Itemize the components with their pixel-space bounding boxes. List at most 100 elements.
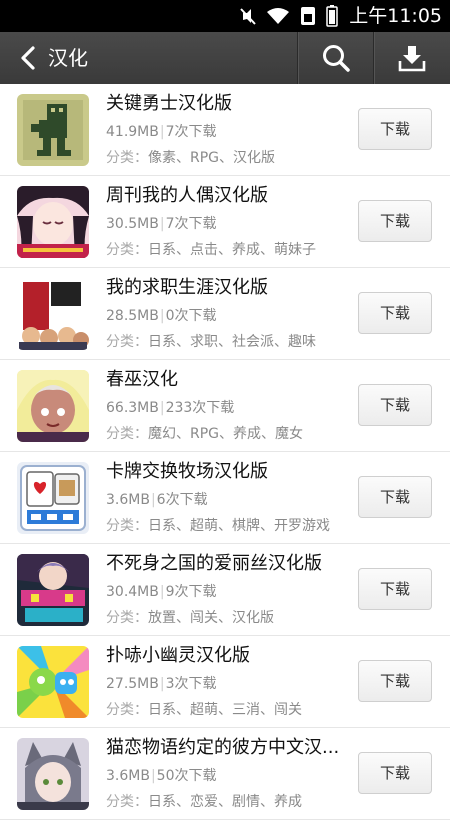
list-item[interactable]: 周刊我的人偶汉化版 30.5MB|7次下载 分类：日系、点击、养成、萌妹子 下载 — [0, 176, 450, 268]
app-downloads: 7次下载 — [165, 216, 217, 232]
category-label: 分类： — [106, 150, 148, 166]
app-name: 周刊我的人偶汉化版 — [106, 185, 268, 206]
app-category: 分类：日系、超萌、棋牌、开罗游戏 — [106, 516, 330, 536]
category-label: 分类： — [106, 702, 148, 718]
category-label: 分类： — [106, 334, 148, 350]
app-tags: 魔幻、RPG、养成、魔女 — [148, 426, 304, 442]
separator: | — [150, 492, 156, 508]
category-label: 分类： — [106, 794, 148, 810]
app-downloads: 0次下载 — [165, 308, 217, 324]
download-button[interactable]: 下载 — [358, 200, 432, 242]
list-item[interactable]: 不死身之国的爱丽丝汉化版 30.4MB|9次下载 分类：放置、闯关、汉化版 下载 — [0, 544, 450, 636]
category-label: 分类： — [106, 610, 148, 626]
download-button[interactable]: 下载 — [358, 384, 432, 426]
download-manager-button[interactable] — [374, 32, 450, 84]
download-button[interactable]: 下载 — [358, 476, 432, 518]
app-icon — [17, 554, 89, 626]
app-name: 春巫汉化 — [106, 369, 178, 390]
app-meta: 3.6MB|50次下载 — [106, 766, 217, 786]
list-item[interactable]: 猫恋物语约定的彼方中文汉... 3.6MB|50次下载 分类：日系、恋爱、剧情、… — [0, 728, 450, 820]
download-icon — [398, 46, 426, 72]
app-icon — [17, 94, 89, 166]
app-category: 分类：日系、超萌、三消、闯关 — [106, 700, 302, 720]
app-tags: 日系、超萌、三消、闯关 — [148, 702, 302, 718]
category-label: 分类： — [106, 518, 148, 534]
download-button[interactable]: 下载 — [358, 568, 432, 610]
app-downloads: 3次下载 — [165, 676, 217, 692]
app-size: 3.6MB — [106, 492, 150, 508]
app-size: 27.5MB — [106, 676, 159, 692]
list-item[interactable]: 卡牌交换牧场汉化版 3.6MB|6次下载 分类：日系、超萌、棋牌、开罗游戏 下载 — [0, 452, 450, 544]
back-icon[interactable] — [18, 46, 38, 70]
app-icon — [17, 186, 89, 258]
app-meta: 28.5MB|0次下载 — [106, 306, 217, 326]
list-item[interactable]: 春巫汉化 66.3MB|233次下载 分类：魔幻、RPG、养成、魔女 下载 — [0, 360, 450, 452]
list-item[interactable]: 关键勇士汉化版 41.9MB|7次下载 分类：像素、RPG、汉化版 下载 — [0, 84, 450, 176]
app-category: 分类：日系、恋爱、剧情、养成 — [106, 792, 302, 812]
app-tags: 日系、恋爱、剧情、养成 — [148, 794, 302, 810]
app-name: 不死身之国的爱丽丝汉化版 — [106, 553, 322, 574]
app-category: 分类：放置、闯关、汉化版 — [106, 608, 274, 628]
app-meta: 30.4MB|9次下载 — [106, 582, 217, 602]
download-button[interactable]: 下载 — [358, 660, 432, 702]
app-name: 关键勇士汉化版 — [106, 93, 232, 114]
search-icon — [323, 45, 350, 72]
app-category: 分类：日系、求职、社会派、趣味 — [106, 332, 316, 352]
page-title: 汉化 — [48, 46, 88, 70]
app-tags: 日系、点击、养成、萌妹子 — [148, 242, 316, 258]
download-button[interactable]: 下载 — [358, 292, 432, 334]
category-label: 分类： — [106, 426, 148, 442]
mute-icon — [240, 8, 256, 25]
app-meta: 66.3MB|233次下载 — [106, 398, 234, 418]
separator: | — [159, 584, 165, 600]
separator: | — [159, 124, 165, 140]
app-tags: 日系、求职、社会派、趣味 — [148, 334, 316, 350]
app-meta: 41.9MB|7次下载 — [106, 122, 217, 142]
app-downloads: 50次下载 — [156, 768, 217, 784]
list-item[interactable]: 扑哧小幽灵汉化版 27.5MB|3次下载 分类：日系、超萌、三消、闯关 下载 — [0, 636, 450, 728]
battery-icon — [326, 5, 338, 27]
app-meta: 27.5MB|3次下载 — [106, 674, 217, 694]
app-category: 分类：日系、点击、养成、萌妹子 — [106, 240, 316, 260]
app-size: 41.9MB — [106, 124, 159, 140]
download-button[interactable]: 下载 — [358, 108, 432, 150]
app-name: 我的求职生涯汉化版 — [106, 277, 268, 298]
list-item[interactable]: 我的求职生涯汉化版 28.5MB|0次下载 分类：日系、求职、社会派、趣味 下载 — [0, 268, 450, 360]
app-name: 卡牌交换牧场汉化版 — [106, 461, 268, 482]
app-downloads: 9次下载 — [165, 584, 217, 600]
app-downloads: 233次下载 — [165, 400, 235, 416]
app-tags: 像素、RPG、汉化版 — [148, 150, 276, 166]
sim-icon — [301, 7, 315, 25]
app-size: 66.3MB — [106, 400, 159, 416]
app-category: 分类：像素、RPG、汉化版 — [106, 148, 275, 168]
separator: | — [159, 308, 165, 324]
app-icon — [17, 646, 89, 718]
app-downloads: 6次下载 — [156, 492, 208, 508]
separator: | — [150, 768, 156, 784]
action-bar: 汉化 — [0, 32, 450, 84]
app-category: 分类：魔幻、RPG、养成、魔女 — [106, 424, 303, 444]
search-button[interactable] — [298, 32, 374, 84]
status-bar: 上午11:05 — [0, 0, 450, 32]
wifi-icon — [267, 8, 289, 24]
download-button[interactable]: 下载 — [358, 752, 432, 794]
app-size: 28.5MB — [106, 308, 159, 324]
app-list: 关键勇士汉化版 41.9MB|7次下载 分类：像素、RPG、汉化版 下载 周刊我… — [0, 84, 450, 820]
app-icon — [17, 738, 89, 810]
app-name: 猫恋物语约定的彼方中文汉... — [106, 737, 340, 758]
separator: | — [159, 216, 165, 232]
app-icon — [17, 278, 89, 350]
app-icon — [17, 370, 89, 442]
app-downloads: 7次下载 — [165, 124, 217, 140]
app-meta: 3.6MB|6次下载 — [106, 490, 208, 510]
app-name: 扑哧小幽灵汉化版 — [106, 645, 250, 666]
clock: 上午11:05 — [349, 5, 442, 27]
app-icon — [17, 462, 89, 534]
app-size: 30.4MB — [106, 584, 159, 600]
app-tags: 日系、超萌、棋牌、开罗游戏 — [148, 518, 330, 534]
app-size: 3.6MB — [106, 768, 150, 784]
separator: | — [159, 400, 165, 416]
category-label: 分类： — [106, 242, 148, 258]
status-icons — [240, 5, 338, 27]
app-tags: 放置、闯关、汉化版 — [148, 610, 274, 626]
